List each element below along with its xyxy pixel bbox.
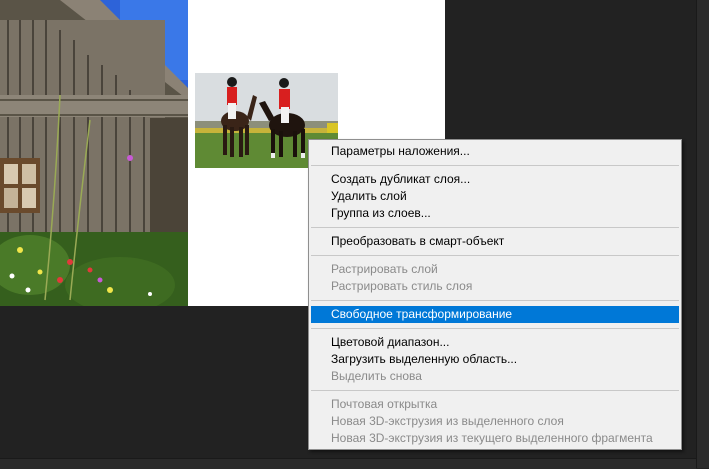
menu-item[interactable]: Цветовой диапазон... <box>311 334 679 351</box>
barn-photo-image <box>0 0 188 306</box>
menu-item: Растрировать стиль слоя <box>331 279 473 293</box>
menu-item[interactable]: Загрузить выделенную область... <box>311 351 679 368</box>
menu-item: Почтовая открытка <box>331 397 438 411</box>
menu-separator <box>311 328 679 329</box>
menu-item: Новая 3D-экструзия из текущего выделенно… <box>331 431 653 445</box>
window-edge-bottom <box>0 458 696 469</box>
menu-item: Новая 3D-экструзия из выделенного слоя <box>331 414 564 428</box>
layer-context-menu: Параметры наложения... Создать дубликат с… <box>308 139 682 450</box>
menu-separator <box>311 255 679 256</box>
menu-separator <box>311 165 679 166</box>
menu-separator <box>311 300 679 301</box>
menu-item[interactable]: Свободное трансформирование <box>311 306 679 323</box>
menu-item[interactable]: Удалить слой <box>311 188 679 205</box>
menu-item: Выделить снова <box>331 369 422 383</box>
menu-item[interactable]: Создать дубликат слоя... <box>311 171 679 188</box>
menu-item[interactable]: Параметры наложения... <box>311 143 679 160</box>
barn-photo-layer[interactable] <box>0 0 188 306</box>
window-edge-right <box>696 0 709 468</box>
menu-separator <box>311 227 679 228</box>
menu-item[interactable]: Группа из слоев... <box>311 205 679 222</box>
menu-separator <box>311 390 679 391</box>
menu-item: Растрировать слой <box>331 262 438 276</box>
menu-item[interactable]: Преобразовать в смарт-объект <box>311 233 679 250</box>
